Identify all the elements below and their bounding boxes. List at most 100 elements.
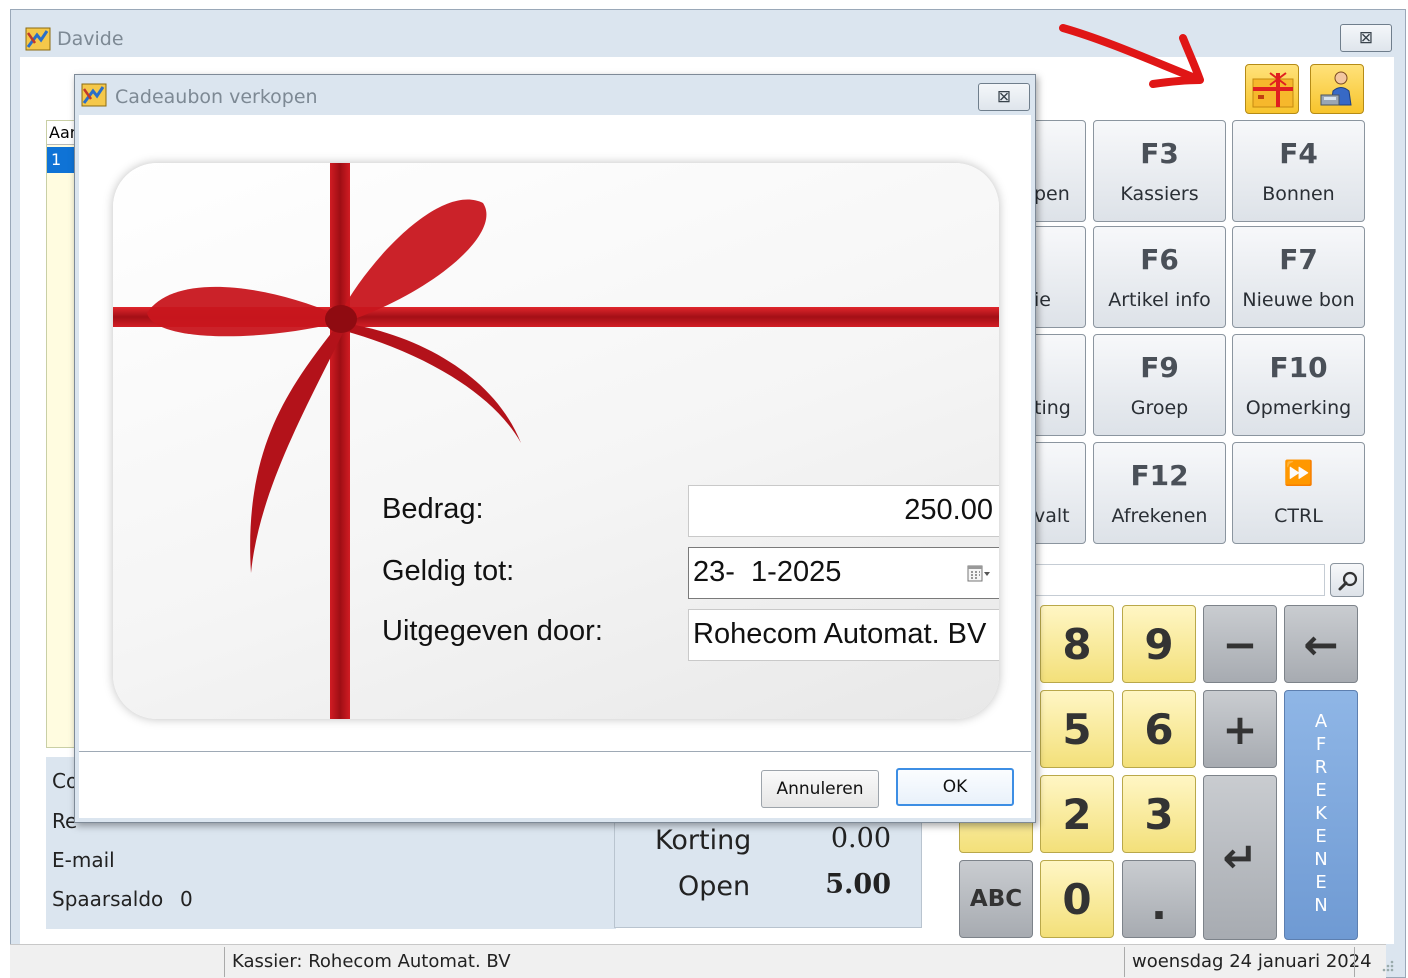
afrekenen-letter: E — [1315, 826, 1327, 847]
function-key-code: F9 — [1140, 351, 1179, 384]
app-logo-icon — [25, 27, 51, 51]
app-logo-icon — [81, 83, 107, 107]
main-close-button[interactable]: ⊠ — [1340, 24, 1392, 52]
function-key-f12[interactable]: F12 Afrekenen — [1093, 442, 1226, 544]
close-icon: ⊠ — [1358, 28, 1374, 48]
gift-card-button[interactable] — [1245, 64, 1299, 114]
function-key-label: Kassiers — [1120, 183, 1199, 205]
function-key-label: Bonnen — [1262, 183, 1335, 205]
afrekenen-letter: F — [1315, 734, 1327, 755]
status-bar: Kassier: Rohecom Automat. BV woensdag 24… — [10, 944, 1386, 978]
open-label: Open — [678, 871, 751, 902]
calendar-dropdown-icon[interactable] — [967, 564, 991, 584]
numpad-key-3[interactable]: 3 — [1122, 775, 1196, 853]
function-key-code: F10 — [1269, 351, 1328, 384]
numpad-key-0[interactable]: 0 — [1040, 860, 1114, 938]
status-date: woensdag 24 januari 2024 — [1132, 951, 1372, 972]
amount-input[interactable]: 250.00 — [688, 485, 999, 537]
function-key-label: Afrekenen — [1111, 505, 1208, 527]
numpad-key-2[interactable]: 2 — [1040, 775, 1114, 853]
function-key-code: F4 — [1279, 137, 1318, 170]
savings-label: Spaarsaldo — [52, 887, 164, 911]
function-key-label: valt — [1034, 505, 1070, 527]
key-text: 9 — [1144, 619, 1174, 669]
numpad-key-plus[interactable]: + — [1203, 690, 1277, 768]
dialog-title-bar: Cadeaubon verkopen ⊠ — [75, 75, 1035, 115]
numpad-key-abc[interactable]: ABC — [959, 860, 1033, 938]
status-separator — [224, 947, 225, 977]
totals-panel: Korting 0.00 Open 5.00 — [614, 810, 922, 928]
ok-button[interactable]: OK — [896, 768, 1014, 806]
gift-card-icon — [1252, 72, 1294, 108]
key-text: . — [1151, 880, 1167, 929]
function-key-label: pen — [1034, 183, 1070, 205]
key-text: 5 — [1062, 704, 1092, 754]
key-text: 2 — [1062, 789, 1092, 839]
status-separator — [1124, 947, 1125, 977]
article-search-input[interactable] — [1030, 564, 1325, 596]
gift-card-image: Bedrag: 250.00 Geldig tot: 23- 1-2025 Ui… — [113, 163, 999, 719]
afrekenen-letter: E — [1315, 780, 1327, 801]
numpad-key-9[interactable]: 9 — [1122, 605, 1196, 683]
numpad-key-dot[interactable]: . — [1122, 860, 1196, 938]
key-text: 6 — [1144, 704, 1174, 754]
valid-until-label: Geldig tot: — [382, 555, 515, 587]
afrekenen-letter: N — [1314, 895, 1328, 916]
afrekenen-button[interactable]: A F R E K E N E N — [1284, 690, 1358, 940]
function-key-label: ie — [1034, 289, 1051, 311]
function-key-label: Nieuwe bon — [1242, 289, 1355, 311]
function-key-code: F7 — [1279, 243, 1318, 276]
cancel-button[interactable]: Annuleren — [761, 770, 879, 808]
key-text: 0 — [1062, 874, 1092, 924]
function-key-f4[interactable]: F4 Bonnen — [1232, 120, 1365, 222]
savings-value: 0 — [180, 887, 193, 911]
amount-label: Bedrag: — [382, 493, 484, 525]
annotation-arrow-icon — [1059, 24, 1204, 88]
dialog-close-button[interactable]: ⊠ — [978, 83, 1030, 111]
open-value: 5.00 — [825, 869, 891, 900]
search-button[interactable] — [1330, 563, 1364, 597]
function-key-f3[interactable]: F3 Kassiers — [1093, 120, 1226, 222]
afrekenen-letter: R — [1314, 757, 1328, 778]
resize-grip-icon[interactable] — [1378, 956, 1396, 974]
numpad-key-backspace[interactable]: ← — [1284, 605, 1358, 683]
key-text: ABC — [969, 886, 1023, 912]
cashier-button[interactable] — [1310, 64, 1364, 114]
issued-by-input[interactable]: Rohecom Automat. BV — [688, 609, 999, 661]
numpad-key-6[interactable]: 6 — [1122, 690, 1196, 768]
function-key-label: CTRL — [1274, 505, 1323, 527]
function-key-f7[interactable]: F7 Nieuwe bon — [1232, 226, 1365, 328]
discount-value: 0.00 — [830, 823, 891, 854]
key-text: 8 — [1062, 619, 1092, 669]
afrekenen-letter: A — [1314, 711, 1328, 732]
function-key-code: F6 — [1140, 243, 1179, 276]
afrekenen-letter: E — [1315, 872, 1327, 893]
gift-card-dialog: Cadeaubon verkopen ⊠ Bedrag: 250.00 Geld… — [74, 74, 1036, 823]
numpad-key-enter[interactable]: ↵ — [1203, 775, 1277, 940]
discount-label: Korting — [655, 825, 752, 856]
function-key-label: ting — [1034, 397, 1071, 419]
function-key-code: F12 — [1130, 459, 1189, 492]
key-text: 3 — [1144, 789, 1174, 839]
search-icon — [1338, 571, 1358, 591]
valid-until-value: 23- 1-2025 — [693, 556, 842, 588]
valid-until-date-picker[interactable]: 23- 1-2025 — [688, 547, 999, 599]
function-key-ctrl[interactable]: ⏩ CTRL — [1232, 442, 1365, 544]
numpad-key-minus[interactable]: − — [1203, 605, 1277, 683]
afrekenen-letter: K — [1315, 803, 1327, 824]
function-key-label: Artikel info — [1108, 289, 1211, 311]
dialog-body: Bedrag: 250.00 Geldig tot: 23- 1-2025 Ui… — [79, 115, 1031, 818]
dialog-footer: Annuleren OK — [79, 752, 1031, 818]
email-label: E-mail — [52, 848, 115, 872]
function-key-f9[interactable]: F9 Groep — [1093, 334, 1226, 436]
function-key-f10[interactable]: F10 Opmerking — [1232, 334, 1365, 436]
close-icon: ⊠ — [996, 87, 1012, 107]
enter-icon: ↵ — [1222, 833, 1258, 882]
function-key-label: Opmerking — [1245, 397, 1352, 419]
numpad-key-8[interactable]: 8 — [1040, 605, 1114, 683]
numpad-key-5[interactable]: 5 — [1040, 690, 1114, 768]
afrekenen-letter: N — [1314, 849, 1328, 870]
function-key-f6[interactable]: F6 Artikel info — [1093, 226, 1226, 328]
function-key-label: Groep — [1130, 397, 1189, 419]
cashier-person-icon — [1320, 71, 1352, 106]
